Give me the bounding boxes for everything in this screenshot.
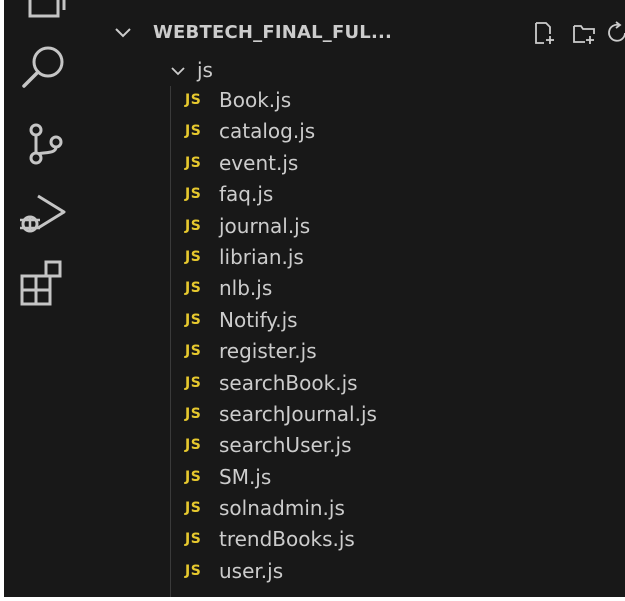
js-file-icon: JS [185,92,202,108]
file-item-faq-js[interactable]: JS faq.js [99,181,625,212]
file-item-searchbook-js[interactable]: JS searchBook.js [99,370,625,401]
source-control-icon[interactable] [16,118,72,174]
file-item-searchjournal-js[interactable]: JS searchJournal.js [99,401,625,432]
file-name: user.js [219,558,284,583]
file-name: searchUser.js [219,433,352,458]
js-file-icon: JS [185,405,202,422]
file-item-journal-js[interactable]: JS journal.js [99,213,625,244]
file-name: journal.js [219,213,311,238]
file-name: trendBooks.js [219,527,355,552]
file-name: register.js [219,339,317,364]
js-file-icon: JS [185,562,202,579]
js-file-icon: JS [185,437,202,454]
file-name: catalog.js [219,119,316,144]
js-file-icon: JS [185,343,202,360]
js-file-icon: JS [185,468,202,485]
file-item-user-js[interactable]: JS user.js [99,558,625,589]
file-item-register-js[interactable]: JS register.js [99,338,625,369]
file-name: event.js [219,150,299,175]
file-list: JS Book.js JS catalog.js JS event.js JS … [99,87,625,589]
explorer-section-header[interactable]: WEBTECH_FINAL_FUL... [99,16,625,50]
file-name: SM.js [219,464,272,489]
files-icon[interactable] [16,0,72,30]
file-item-sm-js[interactable]: JS SM.js [99,464,625,495]
chevron-down-icon[interactable] [169,62,187,80]
file-item-searchuser-js[interactable]: JS searchUser.js [99,432,625,463]
extensions-icon[interactable] [16,254,72,310]
file-item-book-js[interactable]: JS Book.js [99,87,625,118]
js-file-icon: JS [185,186,202,203]
refresh-icon[interactable] [605,20,625,46]
file-item-nlb-js[interactable]: JS nlb.js [99,275,625,306]
file-item-catalog-js[interactable]: JS catalog.js [99,118,625,149]
js-file-icon: JS [185,531,202,548]
folder-row-js[interactable]: js [99,56,625,86]
file-name: searchJournal.js [219,401,377,426]
file-name: faq.js [219,182,274,207]
explorer-panel: WEBTECH_FINAL_FUL... js JS Book.js JS ca… [99,0,625,597]
js-file-icon: JS [185,500,202,517]
new-file-icon[interactable] [531,20,557,46]
file-item-solnadmin-js[interactable]: JS solnadmin.js [99,495,625,526]
chevron-down-icon[interactable] [113,22,133,42]
activity-bar [4,0,99,597]
js-file-icon: JS [185,311,202,328]
file-item-librian-js[interactable]: JS librian.js [99,244,625,275]
run-debug-icon[interactable] [16,186,72,242]
new-folder-icon[interactable] [571,20,597,46]
js-file-icon: JS [185,374,202,391]
file-name: Book.js [219,88,292,112]
file-item-event-js[interactable]: JS event.js [99,150,625,181]
workspace-title: WEBTECH_FINAL_FUL... [153,22,393,43]
file-name: Notify.js [219,307,298,332]
js-file-icon: JS [185,248,202,265]
file-name: solnadmin.js [219,496,345,521]
file-name: librian.js [219,244,304,269]
file-item-trendbooks-js[interactable]: JS trendBooks.js [99,526,625,557]
search-icon[interactable] [16,40,72,96]
screenshot-frame: WEBTECH_FINAL_FUL... js JS Book.js JS ca… [0,0,625,601]
js-file-icon: JS [185,217,202,234]
file-name: searchBook.js [219,370,358,395]
file-name: nlb.js [219,276,273,301]
file-item-notify-js[interactable]: JS Notify.js [99,307,625,338]
js-file-icon: JS [185,123,202,140]
js-file-icon: JS [185,280,202,297]
folder-name: js [197,58,213,82]
js-file-icon: JS [185,154,202,171]
